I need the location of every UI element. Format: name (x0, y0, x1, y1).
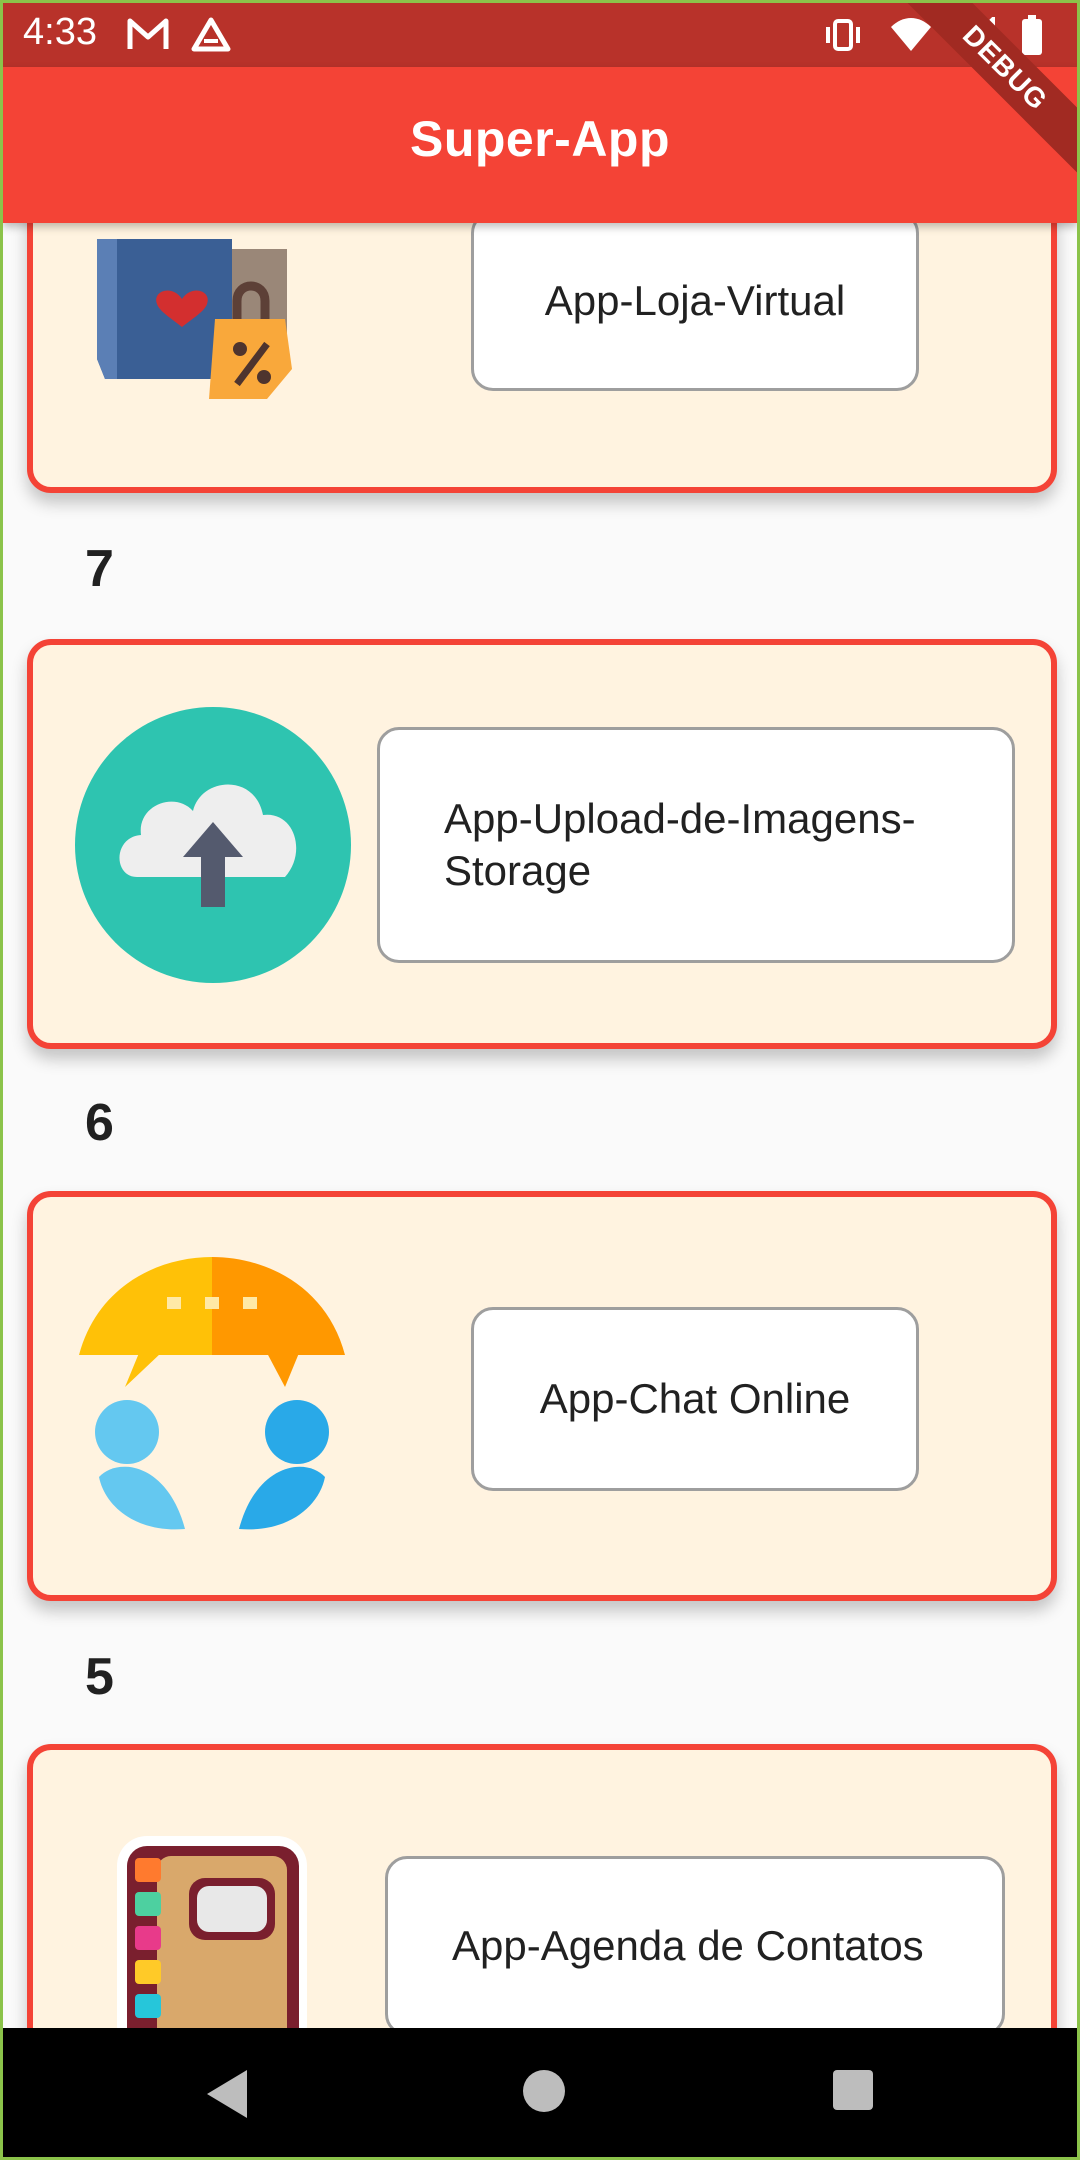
app-button[interactable]: App-Loja-Virtual (471, 211, 919, 391)
app-button-label: App-Loja-Virtual (544, 277, 846, 324)
battery-icon (1021, 15, 1043, 60)
screen: App-Loja-Virtual 7 App-Upload-de-Imagens… (3, 3, 1077, 2157)
item-number: 5 (85, 1648, 114, 1706)
app-button[interactable]: App-Upload-de-Imagens-Storage (377, 727, 1015, 963)
app-button-label: App-Chat Online (539, 1375, 851, 1422)
chat-users-icon (77, 1257, 347, 1538)
status-time: 4:33 (23, 11, 97, 53)
list-item: App-Chat Online (27, 1191, 1057, 1601)
item-number: 7 (85, 540, 114, 598)
recent-apps-icon[interactable] (831, 2068, 875, 2117)
wifi-icon (889, 17, 933, 58)
app-button-label: App-Upload-de-Imagens-Storage (444, 795, 916, 894)
app-bar: Super-App (3, 67, 1077, 223)
app-button[interactable]: App-Agenda de Contatos (385, 1856, 1005, 2036)
drive-icon (191, 17, 231, 58)
app-button-label: App-Agenda de Contatos (452, 1922, 924, 1969)
back-icon[interactable] (203, 2068, 251, 2125)
navigation-bar (3, 2028, 1077, 2157)
shopping-bags-icon (87, 209, 347, 424)
home-icon[interactable] (521, 2068, 567, 2119)
gmail-icon (127, 17, 169, 58)
vibrate-icon (823, 17, 863, 58)
status-bar: 4:33 DEBUG (3, 3, 1077, 191)
app-button[interactable]: App-Chat Online (471, 1307, 919, 1491)
app-list[interactable]: App-Loja-Virtual 7 App-Upload-de-Imagens… (3, 3, 1077, 2157)
app-title: Super-App (409, 111, 671, 167)
list-item: App-Upload-de-Imagens-Storage (27, 639, 1057, 1049)
cloud-upload-icon (75, 707, 351, 988)
item-number: 6 (85, 1094, 114, 1152)
